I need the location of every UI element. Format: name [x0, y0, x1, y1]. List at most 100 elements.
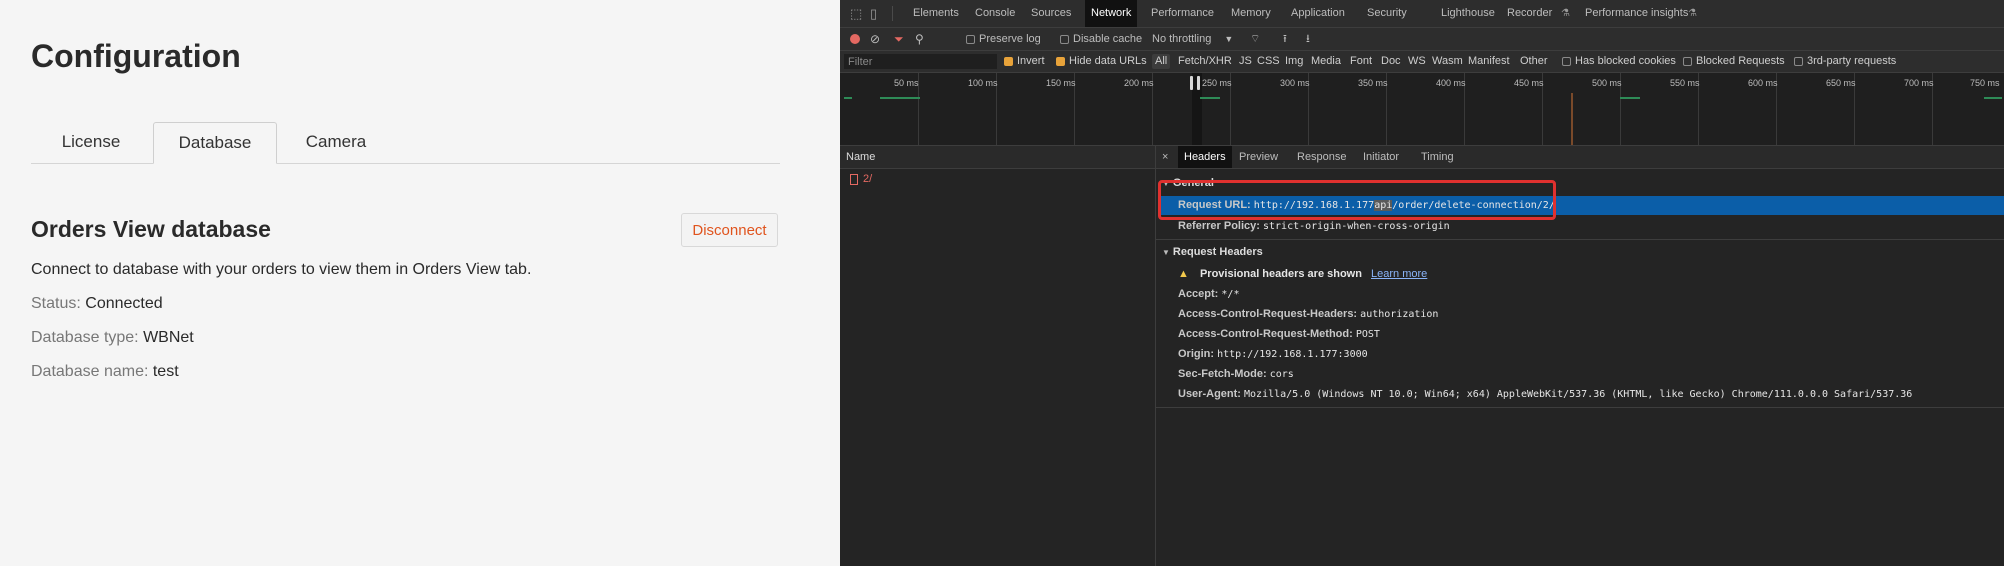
timeline-bar	[1620, 97, 1640, 99]
blocked-cookies-checkbox[interactable]: Has blocked cookies	[1562, 51, 1676, 72]
tick-label: 550 ms	[1670, 78, 1700, 88]
type-filter-img[interactable]: Img	[1285, 51, 1303, 72]
learn-more-link[interactable]: Learn more	[1371, 268, 1427, 280]
tab-timing[interactable]: Timing	[1415, 146, 1460, 168]
tab-preview[interactable]: Preview	[1233, 146, 1284, 168]
request-headers-section-toggle[interactable]: ▼ Request Headers	[1162, 246, 1263, 258]
divider	[1156, 239, 2004, 240]
request-row[interactable]: 2/	[840, 170, 1155, 188]
tab-license[interactable]: License	[31, 122, 151, 162]
tick-label: 100 ms	[968, 78, 998, 88]
tab-security[interactable]: Security	[1361, 0, 1413, 27]
type-filter-font[interactable]: Font	[1350, 51, 1372, 72]
provisional-warning: ▲ Provisional headers are shown Learn mo…	[1178, 268, 1427, 280]
header-value: Mozilla/5.0 (Windows NT 10.0; Win64; x64…	[1244, 389, 1913, 400]
tab-sources[interactable]: Sources	[1025, 0, 1077, 27]
flask-icon: ⚗	[1688, 8, 1697, 19]
download-icon[interactable]: ⭳	[1306, 28, 1310, 50]
third-party-checkbox[interactable]: 3rd-party requests	[1794, 51, 1896, 72]
search-icon[interactable]: ⚲	[915, 28, 924, 50]
config-app: Configuration License Database Camera Or…	[0, 0, 840, 566]
header-key: Referrer Policy:	[1178, 220, 1260, 232]
tab-performance[interactable]: Performance	[1145, 0, 1220, 27]
upload-icon[interactable]: ⭱	[1283, 28, 1287, 50]
inspect-element-icon[interactable]: ⬚	[850, 0, 862, 27]
blocked-requests-label: Blocked Requests	[1696, 55, 1785, 67]
request-name: 2/	[863, 173, 873, 185]
tab-performance-insights[interactable]: Performance insights	[1579, 0, 1694, 27]
tick-label: 600 ms	[1748, 78, 1778, 88]
name-column-header[interactable]: Name	[840, 146, 1155, 169]
chevron-down-icon: ▼	[1224, 34, 1234, 44]
tab-elements[interactable]: Elements	[907, 0, 965, 27]
tab-network[interactable]: Network	[1085, 0, 1138, 27]
type-filter-other[interactable]: Other	[1520, 51, 1548, 72]
tab-database[interactable]: Database	[153, 122, 277, 164]
tab-memory[interactable]: Memory	[1225, 0, 1277, 27]
header-row: Access-Control-Request-Headers: authoriz…	[1178, 308, 1438, 320]
record-icon[interactable]	[850, 28, 860, 50]
tab-application[interactable]: Application	[1285, 0, 1351, 27]
timeline-bar	[1984, 97, 2002, 99]
type-filter-all[interactable]: All	[1152, 54, 1171, 69]
device-toolbar-icon[interactable]: ▯	[870, 0, 877, 27]
header-key: Accept:	[1178, 288, 1219, 300]
type-filter-css[interactable]: CSS	[1257, 51, 1280, 72]
header-key: Origin:	[1178, 348, 1215, 360]
type-filter-fetch-xhr[interactable]: Fetch/XHR	[1178, 51, 1232, 72]
timeline-bar	[1200, 97, 1220, 99]
tick-label: 750 ms	[1970, 78, 2000, 88]
field-label: Status:	[31, 295, 81, 312]
tab-camera[interactable]: Camera	[277, 122, 395, 162]
timeline-handle-left[interactable]	[1190, 76, 1193, 90]
tab-console[interactable]: Console	[969, 0, 1021, 27]
tab-lighthouse[interactable]: Lighthouse	[1435, 0, 1501, 27]
tab-initiator[interactable]: Initiator	[1357, 146, 1405, 168]
disconnect-button[interactable]: Disconnect	[681, 213, 778, 247]
warning-text: Provisional headers are shown	[1199, 268, 1362, 280]
header-value: POST	[1355, 329, 1380, 340]
header-value: strict-origin-when-cross-origin	[1263, 221, 1450, 232]
throttling-value: No throttling	[1152, 33, 1212, 45]
third-party-label: 3rd-party requests	[1807, 55, 1897, 67]
network-overview-timeline[interactable]: 50 ms 100 ms 150 ms 200 ms 250 ms 300 ms…	[840, 73, 2004, 146]
referrer-policy-field: Referrer Policy: strict-origin-when-cros…	[1178, 220, 1450, 232]
close-icon[interactable]: ×	[1162, 146, 1168, 168]
tab-recorder[interactable]: Recorder	[1501, 0, 1558, 27]
type-filter-manifest[interactable]: Manifest	[1468, 51, 1510, 72]
filter-input[interactable]	[844, 54, 997, 69]
tab-headers[interactable]: Headers	[1178, 146, 1232, 168]
database-type-field: Database type: WBNet	[31, 329, 194, 347]
hide-data-urls-label: Hide data URLs	[1069, 55, 1147, 67]
wifi-icon[interactable]: ⌔	[1250, 28, 1260, 50]
type-filter-doc[interactable]: Doc	[1381, 51, 1401, 72]
section-title: Orders View database	[31, 216, 271, 242]
blocked-requests-checkbox[interactable]: Blocked Requests	[1683, 51, 1785, 72]
disable-cache-checkbox[interactable]: Disable cache	[1060, 28, 1142, 50]
tick-label: 200 ms	[1124, 78, 1154, 88]
preserve-log-checkbox[interactable]: Preserve log	[966, 28, 1041, 50]
header-row: Accept: */*	[1178, 288, 1239, 300]
clear-icon[interactable]: ⊘	[870, 28, 880, 50]
timeline-bar	[844, 97, 852, 99]
tick-label: 150 ms	[1046, 78, 1076, 88]
throttling-select[interactable]: No throttling ▼	[1152, 28, 1233, 50]
type-filter-js[interactable]: JS	[1239, 51, 1252, 72]
filter-bar: Invert Hide data URLs All Fetch/XHR JS C…	[840, 51, 2004, 73]
tick-label: 400 ms	[1436, 78, 1466, 88]
devtools-panel: ⬚ ▯ Elements Console Sources Network Per…	[840, 0, 2004, 566]
hide-data-urls-checkbox[interactable]: Hide data URLs	[1056, 51, 1147, 72]
type-filter-wasm[interactable]: Wasm	[1432, 51, 1463, 72]
database-name-field: Database name: test	[31, 363, 179, 381]
header-key: User-Agent:	[1178, 388, 1241, 400]
type-filter-ws[interactable]: WS	[1408, 51, 1426, 72]
invert-checkbox[interactable]: Invert	[1004, 51, 1045, 72]
filter-icon[interactable]: ⏷	[894, 28, 904, 50]
request-headers-title: Request Headers	[1172, 246, 1263, 258]
header-row: Access-Control-Request-Method: POST	[1178, 328, 1380, 340]
highlight-annotation	[1158, 180, 1556, 220]
type-filter-media[interactable]: Media	[1311, 51, 1341, 72]
header-value: authorization	[1360, 309, 1439, 320]
tab-response[interactable]: Response	[1291, 146, 1353, 168]
timeline-handle-right[interactable]	[1197, 76, 1200, 90]
